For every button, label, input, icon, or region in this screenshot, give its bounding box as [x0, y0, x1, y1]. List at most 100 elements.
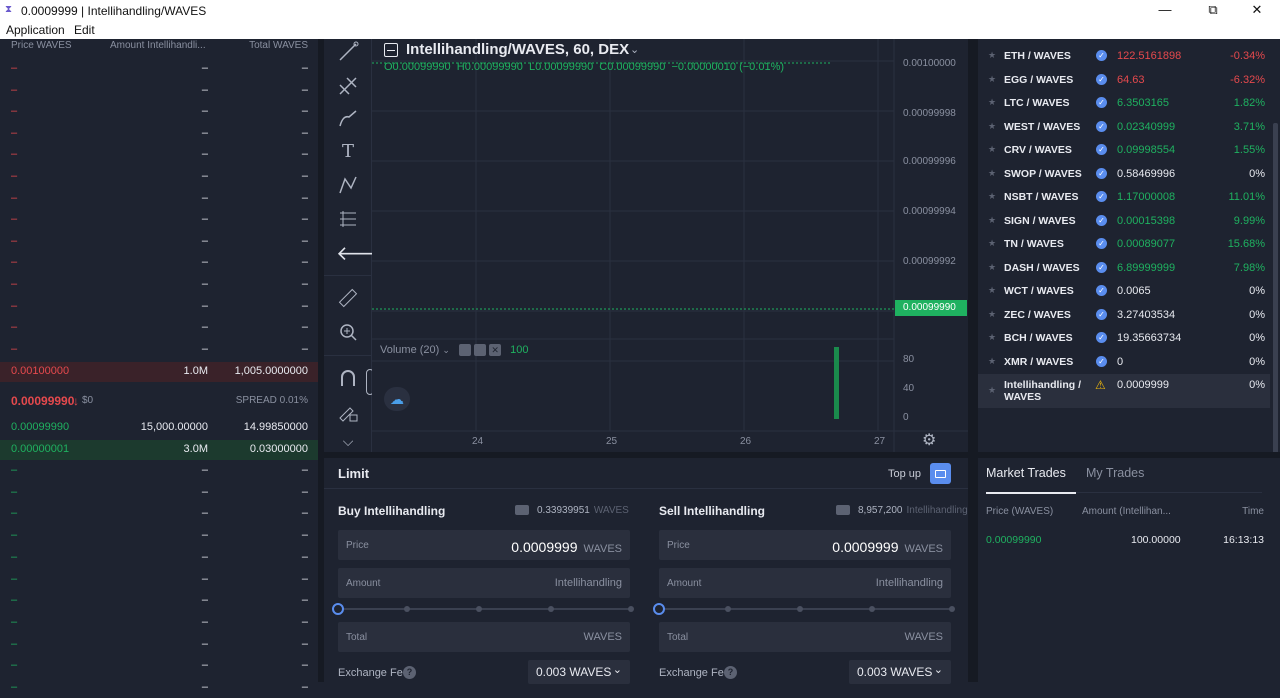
star-icon[interactable]: ★ [988, 97, 996, 108]
sell-amount-slider[interactable] [653, 603, 957, 615]
star-icon[interactable]: ★ [988, 309, 996, 320]
slider-step[interactable] [725, 606, 731, 612]
slider-step[interactable] [869, 606, 875, 612]
help-icon[interactable]: ? [403, 666, 416, 679]
chart-settings-gear-icon[interactable]: ⚙ [922, 430, 936, 450]
ask-price: – [11, 62, 18, 74]
ruler-icon[interactable] [336, 287, 360, 311]
lock-drawing-icon[interactable] [336, 401, 360, 425]
slider-knob[interactable] [653, 603, 665, 615]
star-icon[interactable]: ★ [988, 215, 996, 226]
slider-step[interactable] [797, 606, 803, 612]
market-row-selected[interactable]: ★ Intellihandling / WAVES ⚠ 0.0009999 0% [978, 374, 1270, 408]
tab-market-trades[interactable]: Market Trades [986, 466, 1066, 480]
chevron-down-icon[interactable]: ⌵ [336, 429, 360, 453]
settings-icon[interactable] [474, 344, 487, 357]
star-icon[interactable]: ★ [988, 385, 996, 396]
chart-canvas[interactable]: 0.00100000 0.00099998 0.00099996 0.00099994… [372, 39, 968, 452]
star-icon[interactable]: ★ [988, 50, 996, 61]
market-row[interactable]: ★ ZEC / WAVES ✓ 3.27403534 0% [978, 304, 1270, 327]
star-icon[interactable]: ★ [988, 262, 996, 273]
orderbook-ask-empty-row: – – – [0, 232, 318, 252]
fee-select[interactable]: 0.003 WAVES ⌄ [528, 660, 630, 684]
collapse-legend-icon[interactable] [384, 43, 398, 57]
market-row[interactable]: ★ EGG / WAVES ✓ 64.63 -6.32% [978, 69, 1270, 92]
orderbook-ask-row[interactable]: 0.00100000 1.0M 1,005.0000000 [0, 362, 318, 382]
menu-application[interactable]: Application [6, 23, 65, 37]
buy-amount-input[interactable]: Amount Intellihandling [338, 568, 630, 598]
star-icon[interactable]: ★ [988, 74, 996, 85]
tab-limit[interactable]: Limit [338, 466, 369, 481]
star-icon[interactable]: ★ [988, 332, 996, 343]
star-icon[interactable]: ★ [988, 191, 996, 202]
market-row[interactable]: ★ NSBT / WAVES ✓ 1.17000008 11.01% [978, 186, 1270, 209]
slider-knob[interactable] [332, 603, 344, 615]
tradingview-cloud-icon[interactable]: ☁ [384, 387, 410, 411]
sell-price-input[interactable]: Price 0.0009999 WAVES [659, 530, 951, 560]
market-row[interactable]: ★ XMR / WAVES ✓ 0 0% [978, 351, 1270, 374]
fib-tool-icon[interactable] [336, 75, 360, 99]
topup-label[interactable]: Top up [888, 468, 921, 480]
bid-amount: – [201, 594, 208, 607]
market-row[interactable]: ★ CRV / WAVES ✓ 0.09998554 1.55% [978, 139, 1270, 162]
minimize-button[interactable]: — [1142, 0, 1188, 22]
verified-icon: ✓ [1096, 285, 1107, 296]
star-icon[interactable]: ★ [988, 356, 996, 367]
close-icon[interactable]: ✕ [489, 344, 502, 357]
chart-title[interactable]: Intellihandling/WAVES, 60, DEX [406, 41, 629, 58]
buy-price-input[interactable]: Price 0.0009999 WAVES [338, 530, 630, 560]
slider-step[interactable] [949, 606, 955, 612]
wallet-topup-icon[interactable] [930, 463, 951, 484]
ask-amount: – [201, 234, 208, 247]
buy-amount-slider[interactable] [332, 603, 636, 615]
market-row[interactable]: ★ WCT / WAVES ✓ 0.0065 0% [978, 280, 1270, 303]
back-arrow-icon[interactable]: 🡐 [336, 242, 390, 266]
volume-legend[interactable]: Volume (20) ⌄ ✕ 100 [380, 344, 529, 360]
star-icon[interactable]: ★ [988, 144, 996, 155]
trend-line-icon[interactable] [336, 41, 360, 65]
slider-step[interactable] [404, 606, 410, 612]
orderbook-bid-row[interactable]: 0.00099990 15,000.00000 14.99850000 [0, 418, 318, 438]
zoom-in-icon[interactable] [336, 321, 360, 345]
market-row[interactable]: ★ SWOP / WAVES ✓ 0.58469996 0% [978, 163, 1270, 186]
magnet-icon[interactable] [336, 367, 360, 391]
pattern-icon[interactable] [336, 174, 360, 198]
market-row[interactable]: ★ DASH / WAVES ✓ 6.89999999 7.98% [978, 257, 1270, 280]
star-icon[interactable]: ★ [988, 168, 996, 179]
help-icon[interactable]: ? [724, 666, 737, 679]
price-chart[interactable]: 0.00100000 0.00099998 0.00099996 0.00099994… [372, 39, 968, 452]
brush-icon[interactable] [336, 107, 360, 131]
sell-total-input[interactable]: Total WAVES [659, 622, 951, 652]
forecast-icon[interactable] [336, 208, 360, 232]
buy-total-input[interactable]: Total WAVES [338, 622, 630, 652]
fee-select[interactable]: 0.003 WAVES ⌄ [849, 660, 951, 684]
tab-my-trades[interactable]: My Trades [1086, 466, 1144, 480]
market-row[interactable]: ★ ETH / WAVES ✓ 122.5161898 -0.34% [978, 45, 1270, 68]
star-icon[interactable]: ★ [988, 238, 996, 249]
slider-step[interactable] [628, 606, 634, 612]
star-icon[interactable]: ★ [988, 285, 996, 296]
markets-list: ★ ETH / WAVES ✓ 122.5161898 -0.34% ★ EGG / WAV… [978, 39, 1280, 452]
slider-step[interactable] [476, 606, 482, 612]
markets-scrollbar[interactable] [1273, 123, 1278, 493]
volume-bar[interactable] [834, 347, 839, 419]
market-row[interactable]: ★ BCH / WAVES ✓ 19.35663734 0% [978, 327, 1270, 350]
chevron-down-icon[interactable]: ⌄ [442, 345, 450, 355]
orderbook-bid-row[interactable]: 0.00000001 3.0M 0.03000000 [0, 440, 318, 460]
market-row[interactable]: ★ SIGN / WAVES ✓ 0.00015398 9.99% [978, 210, 1270, 233]
orderbook-bid-empty-row: – – – [0, 591, 318, 611]
text-tool-icon[interactable]: T [336, 140, 360, 164]
market-row[interactable]: ★ WEST / WAVES ✓ 0.02340999 3.71% [978, 116, 1270, 139]
menu-edit[interactable]: Edit [74, 23, 95, 37]
maximize-button[interactable]: ⧉ [1190, 0, 1236, 22]
market-change: 0% [1249, 332, 1265, 344]
sell-amount-input[interactable]: Amount Intellihandling [659, 568, 951, 598]
eye-icon[interactable] [458, 344, 471, 357]
close-button[interactable]: ✕ [1234, 0, 1280, 22]
market-row[interactable]: ★ LTC / WAVES ✓ 6.3503165 1.82% [978, 92, 1270, 115]
slider-step[interactable] [548, 606, 554, 612]
orderbook-ask-empty-row: – – – [0, 275, 318, 295]
star-icon[interactable]: ★ [988, 121, 996, 132]
market-row[interactable]: ★ TN / WAVES ✓ 0.00089077 15.68% [978, 233, 1270, 256]
chevron-down-icon[interactable]: ⌄ [630, 43, 639, 56]
